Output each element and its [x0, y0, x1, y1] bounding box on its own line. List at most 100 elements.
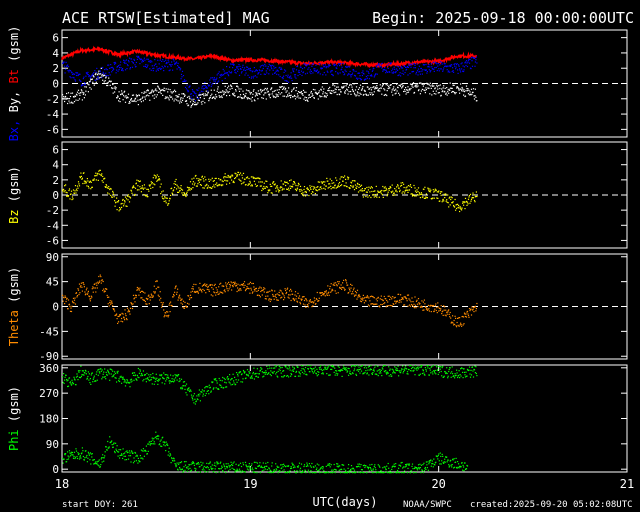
- data-point-phi-0: [464, 374, 466, 376]
- data-point-phi-0: [388, 375, 390, 377]
- data-point-bt-bx-by-1: [117, 70, 119, 72]
- data-point-bz-0: [352, 185, 355, 187]
- data-point-phi-0: [263, 375, 265, 377]
- data-point-phi-1: [124, 455, 127, 457]
- data-point-phi-0: [361, 365, 363, 367]
- data-point-bt-bx-by-2: [160, 92, 162, 95]
- data-point-bt-bx-by-2: [113, 83, 115, 85]
- data-point-bt-bx-by-2: [119, 101, 121, 103]
- data-point-bt-bx-by-1: [399, 68, 401, 70]
- data-point-bt-bx-by-1: [213, 80, 215, 82]
- data-point-bt-bx-by-2: [173, 100, 175, 102]
- data-point-bt-bx-by-1: [73, 73, 76, 75]
- data-point-phi-1: [230, 465, 232, 467]
- data-point-theta-0: [76, 296, 78, 298]
- data-point-bt-bx-by-1: [461, 62, 463, 64]
- data-point-bt-bx-by-1: [372, 69, 374, 71]
- data-point-phi-0: [401, 368, 403, 370]
- data-point-phi-0: [213, 387, 215, 389]
- data-point-phi-1: [264, 465, 266, 468]
- data-point-bt-bx-by-2: [385, 84, 387, 86]
- data-point-bz-0: [246, 176, 249, 178]
- data-point-phi-0: [193, 402, 195, 404]
- data-point-phi-0: [278, 368, 280, 370]
- data-point-theta-0: [309, 299, 311, 301]
- data-point-theta-0: [279, 294, 281, 296]
- data-point-bz-0: [341, 184, 343, 186]
- data-point-bt-bx-by-2: [285, 91, 287, 93]
- data-point-bz-0: [372, 194, 374, 196]
- data-point-phi-1: [98, 465, 100, 467]
- data-point-theta-0: [289, 294, 291, 296]
- data-point-theta-0: [176, 293, 178, 295]
- data-point-bt-bx-by-1: [354, 75, 357, 77]
- data-point-bt-bx-by-1: [206, 87, 208, 89]
- data-point-bt-bx-by-1: [142, 59, 144, 61]
- data-point-bz-0: [253, 180, 255, 182]
- data-point-bz-0: [298, 189, 301, 191]
- data-point-bt-bx-by-1: [433, 70, 435, 72]
- data-point-bt-bx-by-1: [285, 70, 287, 72]
- data-point-bz-0: [310, 193, 312, 195]
- data-point-bt-bx-by-2: [379, 84, 381, 86]
- data-point-theta-0: [465, 316, 468, 318]
- data-point-bt-bx-by-1: [274, 72, 276, 74]
- data-point-phi-1: [153, 441, 155, 443]
- data-point-theta-0: [250, 289, 252, 291]
- data-point-phi-0: [181, 388, 184, 390]
- data-point-phi-1: [238, 464, 240, 466]
- data-point-phi-1: [95, 461, 97, 463]
- data-point-theta-0: [130, 302, 133, 304]
- data-point-bt-bx-by-1: [95, 71, 97, 73]
- data-point-phi-0: [275, 366, 277, 368]
- data-point-phi-1: [101, 461, 103, 463]
- data-point-bt-bx-by-2: [259, 93, 261, 95]
- data-point-phi-1: [265, 462, 267, 464]
- data-point-phi-1: [64, 454, 66, 456]
- data-point-bt-bx-by-2: [218, 92, 220, 94]
- data-point-phi-1: [388, 467, 390, 469]
- data-point-bz-0: [454, 198, 456, 201]
- data-point-theta-0: [320, 295, 322, 297]
- data-point-bt-bx-by-2: [326, 94, 328, 96]
- data-point-phi-1: [120, 449, 122, 451]
- data-point-phi-1: [359, 472, 362, 474]
- data-point-bz-0: [441, 191, 443, 193]
- data-point-bt-bx-by-1: [259, 66, 261, 68]
- data-point-bt-bx-by-1: [401, 72, 403, 75]
- data-point-phi-0: [447, 375, 449, 377]
- data-point-bt-bx-by-2: [448, 88, 450, 90]
- data-point-bt-bx-by-2: [354, 94, 356, 96]
- data-point-bz-0: [154, 184, 156, 186]
- y-tick-label-bz: 2: [52, 174, 59, 187]
- data-point-theta-0: [465, 313, 467, 315]
- data-point-bt-bx-by-2: [475, 96, 477, 98]
- data-point-bt-bx-by-2: [278, 91, 280, 94]
- data-point-theta-0: [227, 283, 229, 285]
- data-point-bt-bx-by-2: [220, 91, 222, 93]
- data-point-theta-0: [134, 301, 136, 303]
- data-point-phi-0: [381, 375, 383, 377]
- data-point-bt-bx-by-1: [384, 66, 386, 68]
- data-point-bz-0: [280, 180, 282, 182]
- data-point-bt-bx-by-2: [120, 93, 122, 95]
- data-point-phi-0: [352, 372, 354, 375]
- data-point-phi-1: [184, 464, 187, 466]
- data-point-phi-0: [201, 389, 203, 391]
- data-point-bt-bx-by-2: [122, 99, 124, 101]
- data-point-bt-bx-by-1: [463, 66, 466, 68]
- data-point-bt-bx-by-2: [164, 90, 166, 92]
- data-point-bz-0: [226, 183, 228, 185]
- data-point-phi-0: [376, 373, 378, 376]
- data-point-bt-bx-by-1: [439, 64, 441, 66]
- data-point-bt-bx-by-2: [251, 96, 253, 98]
- data-point-phi-1: [349, 472, 351, 474]
- data-point-theta-0: [70, 307, 72, 309]
- data-point-bz-0: [366, 191, 368, 193]
- data-point-theta-0: [368, 297, 370, 299]
- data-point-bt-bx-by-2: [321, 86, 323, 88]
- data-point-bt-bx-by-2: [270, 89, 272, 91]
- data-point-phi-0: [302, 365, 304, 367]
- data-point-bt-bx-by-2: [433, 93, 435, 95]
- data-point-phi-0: [431, 366, 433, 368]
